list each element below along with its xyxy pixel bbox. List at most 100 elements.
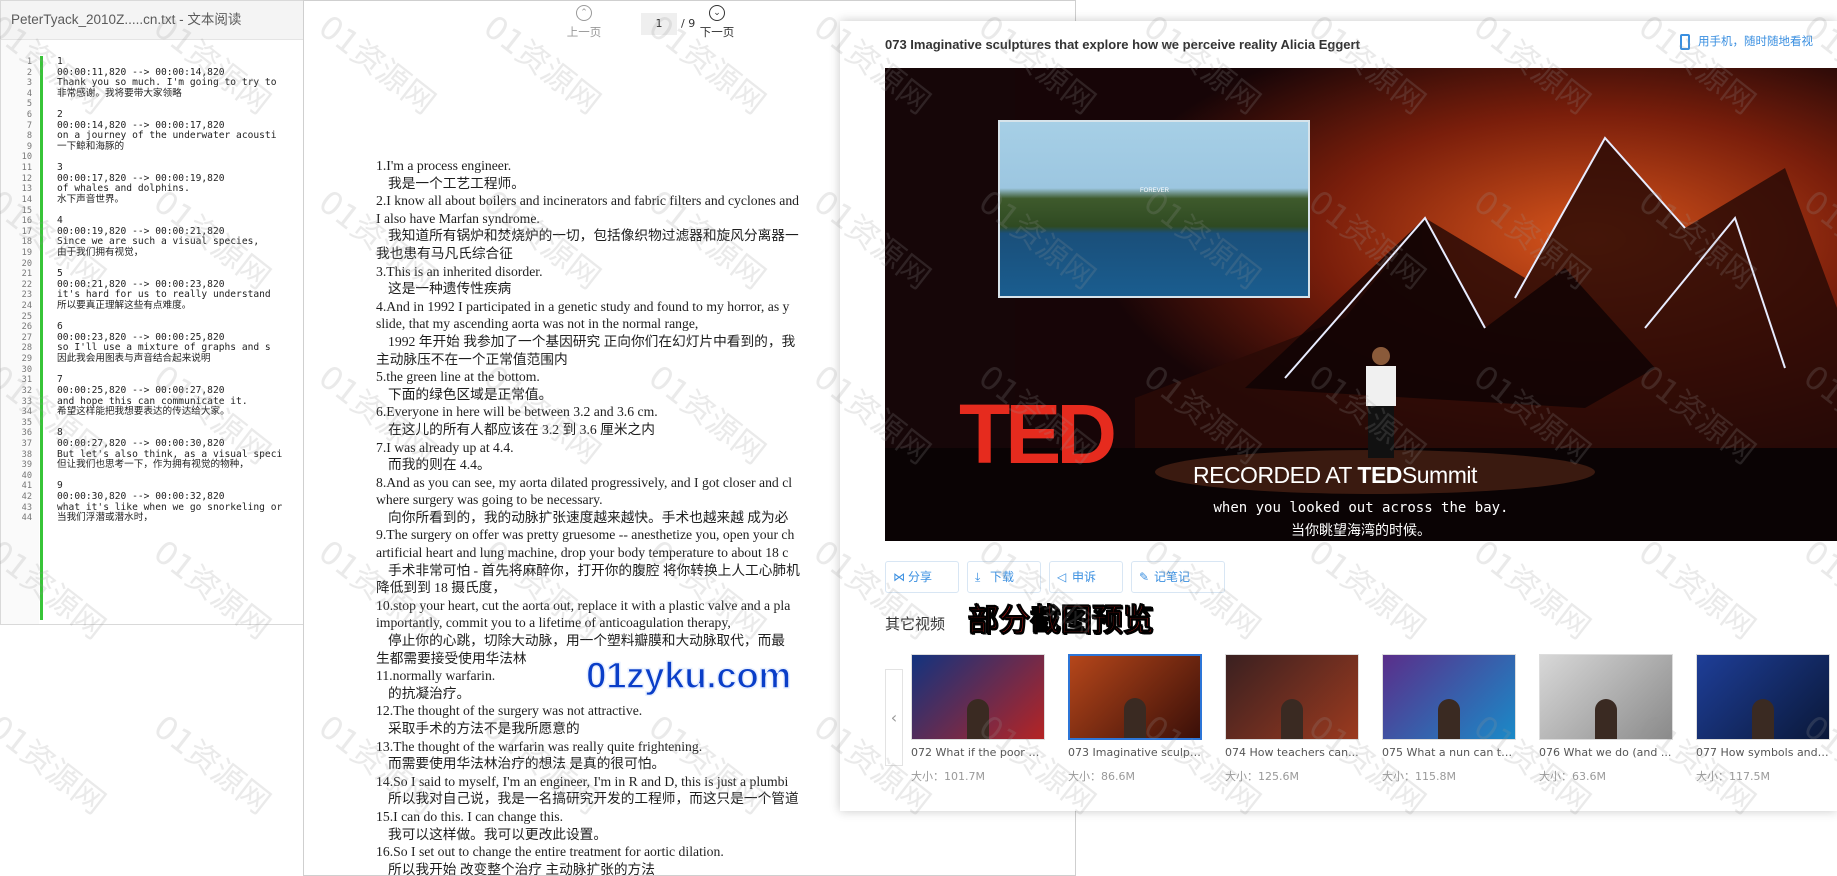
speaker-figure (967, 699, 989, 739)
ted-logo: TED (959, 387, 1117, 481)
line-text: 非常感谢。我将要带大家领略 (57, 87, 182, 99)
reader-line: 4 非常感谢。我将要带大家领略 (1, 87, 317, 100)
line-number: 42 (21, 491, 32, 502)
line-number: 38 (21, 449, 32, 460)
thumbnail-size: 大小：101.7M (911, 770, 985, 783)
prev-page-button[interactable]: ⌃ 上一页 (549, 5, 619, 40)
document-line: 所以我开始 改变整个治疗 主动脉扩张的方法 (388, 861, 655, 876)
carousel-prev-button[interactable]: ‹ (885, 669, 903, 766)
reader-line: 9 一下鲸和海豚的 (1, 140, 317, 153)
reader-line: 44 当我们浮潜或潜水时， (1, 513, 317, 524)
reader-line: 42 00:00:30,820 --> 00:00:32,820 (1, 491, 317, 503)
thumbnail-title: 073 Imaginative sculpt... (1068, 746, 1202, 759)
page-number-input[interactable]: 1 (641, 13, 677, 35)
subtitle-chinese: 当你眺望海湾的时候。 (1291, 523, 1431, 539)
video-thumbnail[interactable]: 074 How teachers can... 大小：125.6M (1225, 654, 1359, 784)
download-button[interactable]: ⤓ 下载 (967, 561, 1041, 593)
line-number: 34 (21, 407, 32, 418)
action-label: 记笔记 (1154, 570, 1191, 584)
chevron-up-icon: ⌃ (576, 5, 592, 21)
reader-line: 35 (1, 418, 317, 429)
speaker-figure (1124, 698, 1146, 738)
line-number: 17 (21, 226, 32, 237)
reader-line: 19 由于我们拥有视觉， (1, 247, 317, 259)
watermark-text: 01资源网 (146, 707, 278, 822)
video-thumbnail[interactable]: 076 What we do (and ... 大小：63.6M (1539, 654, 1673, 784)
line-number: 7 (26, 120, 32, 131)
projected-slide-image: FOREVER (998, 120, 1310, 298)
line-number: 33 (21, 396, 32, 407)
reader-line: 32 00:00:25,820 --> 00:00:27,820 (1, 385, 317, 397)
line-text: 00:00:27,820 --> 00:00:30,820 (57, 437, 225, 449)
reader-lines: 1 1 2 00:00:11,820 --> 00:00:14,820 3 Thank y… (1, 56, 317, 524)
reader-line: 20 (1, 259, 317, 270)
preview-stamp: 部分截图预览 (968, 603, 1155, 640)
subtitle-english: when you looked out across the bay. (1213, 500, 1509, 516)
chevron-left-icon: ‹ (890, 708, 898, 727)
line-number: 14 (21, 194, 32, 205)
site-watermark-logo: 01zyku.com (585, 654, 792, 697)
line-text: 但让我们也思考一下，作为拥有视觉的物种， (57, 459, 249, 471)
share-icon: ⋈ (893, 570, 905, 584)
next-page-button[interactable]: ⌄ 下一页 (682, 5, 752, 40)
line-number: 39 (21, 460, 32, 471)
pencil-icon: ✎ (1139, 570, 1150, 584)
thumbnail-size: 大小：125.6M (1225, 770, 1299, 783)
thumbnail-title: 077 How symbols and ... (1696, 746, 1830, 759)
share-button[interactable]: ⋈ 分享 (885, 561, 959, 593)
thumbnail-image (1382, 654, 1516, 740)
recorded-at-banner: RECORDED AT TEDSummit (1193, 462, 1477, 489)
reader-line: 13 of whales and dolphins. (1, 184, 317, 195)
line-number: 37 (21, 438, 32, 449)
line-number: 29 (21, 354, 32, 365)
thumbnail-size: 大小：63.6M (1539, 770, 1606, 783)
line-number: 40 (21, 470, 32, 481)
line-number: 20 (21, 258, 32, 269)
reader-title: PeterTyack_2010Z.....cn.txt - 文本阅读 (1, 1, 317, 40)
line-number: 36 (21, 428, 32, 439)
megaphone-icon: ◁ (1057, 570, 1067, 584)
line-number: 24 (21, 301, 32, 312)
speaker-figure (1595, 699, 1617, 739)
watch-on-phone-label: 用手机，随时随地看视 (1698, 34, 1813, 48)
complaint-button[interactable]: ◁ 申诉 (1049, 561, 1123, 593)
line-number: 8 (26, 131, 32, 142)
document-line: 我可以这样做。我可以更改此设置。 (388, 826, 608, 842)
action-label: 申诉 (1072, 570, 1097, 584)
line-number: 27 (21, 332, 32, 343)
video-thumbnail[interactable]: 072 What if the poor w... 大小：101.7M (911, 654, 1045, 784)
video-title: 073 Imaginative sculptures that explore … (885, 37, 1360, 52)
line-number: 10 (21, 152, 32, 163)
reader-text-area[interactable]: 1 1 2 00:00:11,820 --> 00:00:14,820 3 Thank y… (1, 40, 317, 624)
reader-line: 40 (1, 471, 317, 482)
speaker-figure (1752, 699, 1774, 739)
reader-line: 25 (1, 312, 317, 323)
line-number: 35 (21, 417, 32, 428)
reader-line: 8 on a journey of the underwater acousti (1, 131, 317, 142)
notes-button[interactable]: ✎ 记笔记 (1131, 561, 1225, 593)
video-player-window: 073 Imaginative sculptures that explore … (840, 21, 1837, 811)
video-thumbnail[interactable]: 075 What a nun can te... 大小：115.8M (1382, 654, 1516, 784)
video-thumbnail[interactable]: 073 Imaginative sculpt... 大小：86.6M (1068, 654, 1202, 784)
line-number: 11 (21, 163, 32, 174)
watch-on-phone-link[interactable]: 用手机，随时随地看视 (1680, 33, 1813, 50)
line-number: 12 (21, 173, 32, 184)
next-page-label: 下一页 (699, 25, 735, 39)
reader-line: 10 (1, 152, 317, 163)
text-reader-window: PeterTyack_2010Z.....cn.txt - 文本阅读 1 1 2 00… (0, 0, 318, 625)
download-icon: ⤓ (975, 570, 981, 584)
line-number: 21 (21, 269, 32, 280)
line-text: 因此我会用图表与声音结合起来说明 (57, 353, 211, 365)
video-thumbnail[interactable]: 077 How symbols and ... 大小：117.5M (1696, 654, 1830, 784)
line-text: 水下声音世界。 (57, 193, 125, 205)
line-number: 1 (26, 57, 32, 67)
reader-line: 18 Since we are such a visual species, (1, 237, 317, 248)
line-number: 9 (26, 141, 32, 152)
thumbnail-size: 大小：86.6M (1068, 770, 1135, 783)
line-text: 一下鲸和海豚的 (57, 140, 125, 152)
video-frame[interactable]: FOREVER TED RECORDED AT TEDSummit when y… (885, 68, 1837, 541)
chevron-down-icon: ⌄ (709, 5, 725, 21)
speaker-figure (1281, 699, 1303, 739)
action-label: 分享 (908, 570, 933, 584)
line-text: 所以要真正理解这些有点难度。 (57, 300, 192, 312)
